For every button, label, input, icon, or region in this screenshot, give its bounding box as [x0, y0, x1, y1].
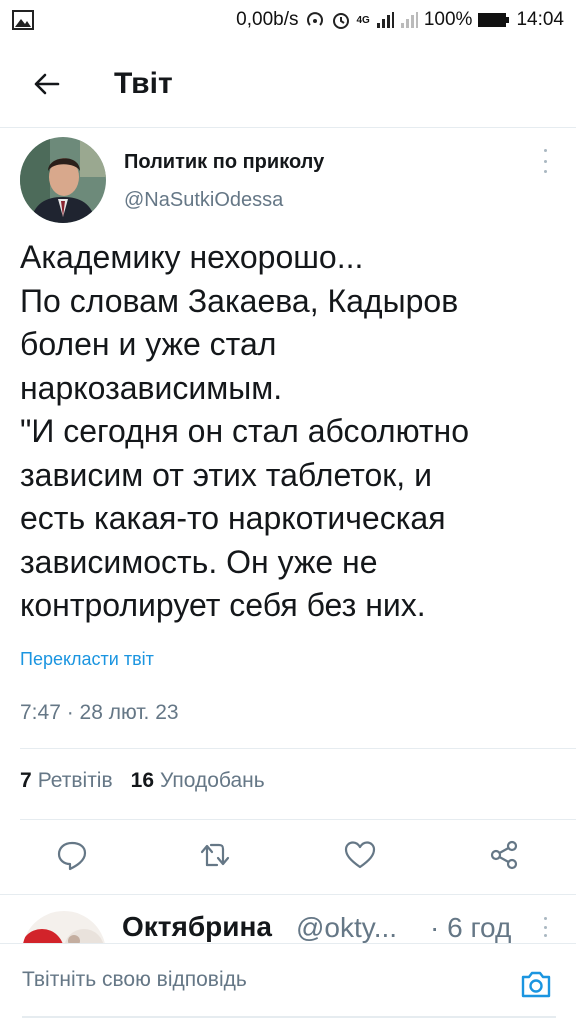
tweet-text: Академику нехорошо... По словам Закаева,… — [20, 236, 560, 628]
hotspot-icon — [305, 10, 325, 30]
author-name[interactable]: Политик по приколу — [124, 151, 324, 174]
likes-stat[interactable]: 16 Уподобань — [131, 769, 265, 793]
reply-tweet[interactable]: Октябрина @okty... · 6 год — [0, 895, 576, 943]
clock: 14:04 — [516, 9, 564, 30]
reply-input[interactable]: Твітніть свою відповідь — [22, 968, 247, 992]
app-header: Твіт — [0, 40, 576, 128]
tweet-text-line: зависимость. Он уже не — [20, 543, 378, 580]
likes-label: Уподобань — [160, 769, 265, 792]
more-options-button[interactable] — [540, 149, 550, 173]
reply-more-options-button[interactable] — [540, 917, 550, 937]
divider — [20, 819, 576, 820]
share-button[interactable] — [484, 835, 524, 875]
page-title: Твіт — [114, 66, 173, 100]
avatar[interactable] — [20, 137, 106, 223]
tweet-text-line: болен и уже стал — [20, 326, 277, 362]
dot-icon — [543, 925, 547, 929]
tweet-stats: 7 Ретвітів 16 Уподобань — [20, 769, 265, 793]
reply-composer: Твітніть свою відповідь — [0, 943, 576, 1024]
network-type: 4G — [356, 14, 370, 26]
tweet-timestamp: 7:47 · 28 лют. 23 — [20, 701, 179, 724]
tweet-text-line: есть какая-то наркотическая — [20, 500, 446, 536]
divider — [20, 748, 576, 749]
retweet-button[interactable] — [196, 835, 236, 875]
tweet-text-line: По словам Закаева, Кадыров — [20, 282, 459, 319]
signal-weak-icon — [400, 11, 418, 29]
tweet-text-line: наркозависимым. — [20, 369, 283, 406]
tweet-text-line: зависим от этих таблеток, и — [20, 456, 432, 493]
share-icon — [490, 840, 518, 870]
arrow-left-icon — [34, 73, 60, 94]
retweets-label: Ретвітів — [37, 769, 113, 792]
retweet-icon — [200, 843, 230, 867]
reply-button[interactable] — [52, 835, 92, 875]
tweet-actions — [0, 827, 576, 883]
reply-time: · 6 год — [430, 912, 512, 943]
dot-icon — [543, 934, 547, 937]
retweets-stat[interactable]: 7 Ретвітів — [20, 769, 113, 793]
input-underline — [22, 1016, 556, 1018]
tweet-author: Политик по приколу @NaSutkiOdessa — [0, 129, 576, 229]
image-icon — [12, 10, 34, 30]
tweet-text-line: контролирует себя без них. — [20, 587, 426, 623]
alarm-icon — [331, 10, 351, 30]
status-bar: 0,00b/s 4G 100% 14:04 — [0, 0, 576, 40]
avatar[interactable] — [22, 911, 106, 943]
dot-icon — [543, 917, 547, 920]
signal-icon — [376, 11, 394, 29]
battery-percent: 100% — [423, 9, 473, 30]
camera-button[interactable] — [518, 966, 554, 1002]
dot-icon — [543, 170, 547, 173]
reply-author-name[interactable]: Октябрина — [122, 911, 272, 943]
camera-icon — [521, 971, 551, 998]
comment-icon — [57, 841, 87, 871]
like-button[interactable] — [340, 835, 380, 875]
reply-author-handle[interactable]: @okty... — [296, 912, 397, 943]
heart-icon — [344, 841, 376, 869]
network-speed: 0,00b/s — [236, 9, 299, 30]
tweet-detail: Политик по приколу @NaSutkiOdessa Академ… — [0, 129, 576, 871]
retweets-count: 7 — [20, 769, 32, 792]
dot-icon — [543, 149, 547, 152]
tweet-text-line: Академику нехорошо... — [20, 239, 364, 275]
author-handle[interactable]: @NaSutkiOdessa — [124, 189, 283, 212]
tweet-text-line: "И сегодня он стал абсолютно — [20, 413, 469, 449]
back-button[interactable] — [22, 60, 70, 108]
dot-icon — [543, 159, 547, 163]
battery-icon — [478, 12, 510, 28]
likes-count: 16 — [130, 769, 154, 792]
translate-tweet-link[interactable]: Перекласти твіт — [20, 649, 154, 670]
